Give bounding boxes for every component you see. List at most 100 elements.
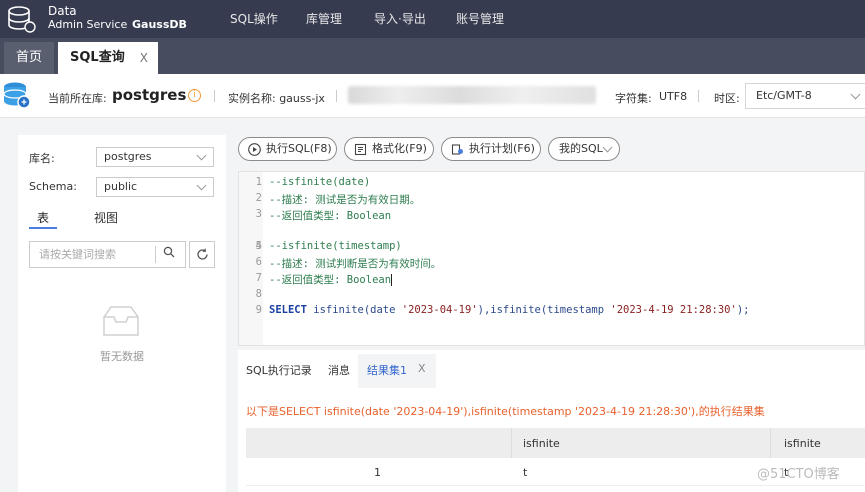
database-info-bar: 当前所在库: postgres i 实例名称: gauss-jx 字符集: UT… (0, 74, 865, 118)
line-number: 3 (255, 208, 262, 220)
tab-sql-history[interactable]: SQL执行记录 (246, 362, 312, 378)
schema-select[interactable]: public (96, 177, 214, 197)
instance-name: 实例名称: gauss-jx (228, 92, 325, 105)
my-sql-label: 我的SQL (559, 142, 603, 155)
empty-state-text: 暂无数据 (100, 350, 144, 363)
refresh-button[interactable] (189, 241, 215, 268)
execution-plan-label: 执行计划(F6) (469, 142, 535, 155)
nav-account-management[interactable]: 账号管理 (456, 10, 504, 27)
tab-sql-query-label: SQL查询 (70, 50, 125, 65)
current-db-label: 当前所在库: (48, 92, 107, 105)
empty-box-icon (103, 306, 139, 336)
brand-product: GaussDB (132, 18, 187, 31)
execution-plan-icon (451, 144, 463, 155)
line-number: 8 (255, 288, 262, 300)
search-icon[interactable] (163, 246, 175, 258)
redacted-info (348, 86, 596, 104)
line-number: 2 (255, 192, 262, 204)
brand-title: Data Admin Service GaussDB (48, 4, 187, 32)
code-line: --描述: 测试判断是否为有效时间。 (269, 258, 442, 270)
divider (155, 246, 156, 263)
line-number: 1 (255, 176, 262, 188)
chevron-down-icon (196, 180, 207, 191)
column-header: isfinite (784, 437, 821, 450)
current-db-name: postgres (112, 86, 187, 104)
line-number: 9 (255, 304, 262, 316)
nav-import-export[interactable]: 导入·导出 (374, 10, 426, 27)
line-number: 7 (255, 272, 262, 284)
result-table-header: isfinite isfinite (246, 428, 865, 458)
format-icon (354, 143, 367, 156)
refresh-icon (197, 248, 208, 260)
divider (214, 90, 215, 102)
column-divider (511, 428, 512, 458)
top-navigation-bar: Data Admin Service GaussDB SQL操作 库管理 导入·… (0, 0, 865, 38)
format-label: 格式化(F9) (372, 142, 427, 155)
execute-sql-label: 执行SQL(F8) (266, 142, 332, 155)
timezone-value: Etc/GMT-8 (756, 89, 812, 102)
tab-result-set-1[interactable]: 结果集1 (367, 362, 407, 378)
execution-plan-button[interactable]: 执行计划(F6) (441, 137, 541, 161)
brand-line1: Data (48, 4, 77, 18)
active-tab-indicator (29, 227, 57, 229)
tab-messages[interactable]: 消息 (328, 362, 350, 378)
line-number: 5 (255, 240, 262, 252)
nav-sql-operations[interactable]: SQL操作 (230, 10, 278, 27)
chevron-down-icon (196, 150, 207, 161)
divider (698, 90, 699, 102)
sql-keyword: SELECT (269, 304, 307, 316)
db-select-value: postgres (104, 150, 152, 163)
format-button[interactable]: 格式化(F9) (344, 137, 434, 161)
divider (336, 90, 337, 102)
code-text: --返回值类型: Boolean (269, 274, 392, 286)
my-sql-dropdown[interactable]: 我的SQL (548, 137, 620, 161)
charset-value: UTF8 (659, 90, 688, 103)
sql-string: '2023-4-19 21:28:30' (610, 304, 737, 316)
table-cell: t (523, 466, 528, 479)
column-divider (770, 428, 771, 458)
tab-tables[interactable]: 表 (37, 209, 49, 226)
search-input[interactable]: 请按关键词搜索 (29, 241, 186, 268)
chevron-down-icon (602, 142, 613, 153)
sql-text: ),isfinite(timestamp (477, 304, 611, 316)
schema-select-value: public (104, 180, 138, 193)
sql-text: ); (736, 304, 750, 316)
charset-label: 字符集: (615, 92, 652, 105)
code-line: --返回值类型: Boolean (269, 272, 393, 287)
tab-sql-query[interactable]: SQL查询 X (58, 42, 158, 74)
gaussdb-logo-icon (8, 6, 36, 33)
execute-sql-button[interactable]: 执行SQL(F8) (238, 137, 337, 161)
brand-line2: Admin Service (48, 18, 128, 31)
info-icon[interactable]: i (188, 89, 201, 102)
code-line: --返回值类型: Boolean (269, 210, 392, 222)
sql-editor[interactable]: 1 2 3 4 5 6 7 8 9 --isfinite(date) --描述:… (238, 171, 865, 346)
code-line-sql: SELECT isfinite(date '2023-04-19'),isfin… (269, 304, 749, 316)
result-message: 以下是SELECT isfinite(date '2023-04-19'),is… (246, 405, 765, 418)
timezone-select[interactable]: Etc/GMT-8 (745, 83, 865, 109)
close-tab-icon[interactable]: X (140, 42, 148, 74)
sql-string: '2023-04-19' (401, 304, 478, 316)
object-browser-panel: 库名: postgres Schema: public 表 视图 请按关键词搜索… (18, 135, 226, 492)
tab-views[interactable]: 视图 (94, 209, 118, 226)
tab-home[interactable]: 首页 (4, 42, 54, 74)
nav-database-management[interactable]: 库管理 (306, 10, 342, 27)
schema-select-label: Schema: (29, 180, 77, 193)
code-line: --isfinite(timestamp) (269, 240, 402, 252)
row-index: 1 (374, 466, 381, 479)
db-select-label: 库名: (29, 152, 55, 165)
sql-text: isfinite(date (306, 304, 402, 316)
chevron-down-icon (850, 89, 861, 100)
code-line: --描述: 测试是否为有效日期。 (269, 194, 421, 206)
watermark: @51CTO博客 (757, 467, 840, 482)
line-number: 6 (255, 256, 262, 268)
timezone-label: 时区: (714, 92, 740, 105)
database-icon (3, 82, 31, 109)
play-icon (248, 143, 261, 156)
close-result-tab-icon[interactable]: X (418, 362, 426, 375)
column-header: isfinite (523, 437, 560, 450)
search-placeholder: 请按关键词搜索 (39, 248, 116, 261)
page-tab-bar: 首页 SQL查询 X (0, 38, 865, 74)
text-cursor (391, 274, 393, 286)
db-select[interactable]: postgres (96, 147, 214, 167)
code-line: --isfinite(date) (269, 176, 371, 188)
